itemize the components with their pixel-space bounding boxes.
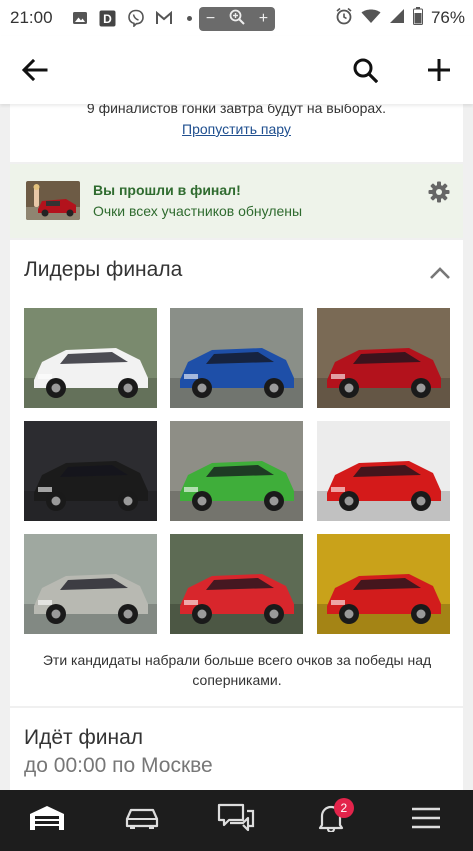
more-notifications-dot [186,15,192,21]
zoom-icon [229,9,245,30]
d-app-icon: D [99,9,117,27]
finalists-text: 9 финалистов гонки завтра будут на выбор… [86,104,387,116]
red-coupe-rear [170,534,303,634]
gear-icon[interactable] [427,180,451,204]
finalist-subtitle: Очки всех участников обнулены [93,203,303,219]
nav-cars[interactable] [95,790,190,851]
status-time: 21:00 [10,8,53,27]
final-status-card: Идёт финал до 00:00 по Москве [10,708,463,790]
red-sedan-garage [317,534,450,634]
chat-icon [217,803,255,838]
leaders-card: Лидеры финала Эти кандидаты набрали боль… [10,240,463,706]
leader-photo[interactable] [24,421,157,521]
alarm-icon [335,7,353,30]
zoom-in-button[interactable]: + [259,10,268,28]
zoom-out-button[interactable]: − [206,10,215,28]
white-sports-coupe [24,308,157,408]
signal-icon [389,8,405,29]
leader-photo[interactable] [170,534,303,634]
blue-rally-sedan [170,308,303,408]
pair-card: 9 финалистов гонки завтра будут на выбор… [10,104,463,162]
leader-photo[interactable] [317,421,450,521]
red-hatchback-with-girl [317,308,450,408]
battery-percent: 76% [430,8,465,27]
viber-icon [127,9,145,27]
nav-garage[interactable] [0,790,95,851]
back-arrow-icon[interactable] [18,53,52,87]
grey-lada-sedan [24,534,157,634]
car-icon [124,806,160,835]
black-sedan-night [24,421,157,521]
svg-text:D: D [103,12,112,26]
green-microcar [170,421,303,521]
finalist-notice: Вы прошли в финал! Очки всех участников … [10,164,463,238]
leader-photo[interactable] [24,534,157,634]
leader-photo[interactable] [170,421,303,521]
final-title: Идёт финал [24,726,144,749]
wifi-icon [361,8,381,29]
chevron-up-icon[interactable] [427,260,453,286]
leader-photo[interactable] [24,308,157,408]
leader-photo[interactable] [170,308,303,408]
notification-badge: 2 [333,798,354,818]
nav-messages[interactable] [189,790,284,851]
red-audi-front [317,421,450,521]
status-notification-icons: D [71,9,192,27]
finalist-car-thumbnail [26,181,80,220]
search-icon[interactable] [348,53,382,87]
add-icon[interactable] [422,53,456,87]
battery-icon [412,6,423,30]
nav-menu[interactable] [378,790,473,851]
leaders-caption: Эти кандидаты набрали больше всего очков… [42,652,432,688]
final-deadline: до 00:00 по Москве [24,754,213,777]
garage-icon [28,804,66,837]
nav-notifications[interactable]: 2 [284,790,379,851]
bottom-navigation: 2 [0,790,473,851]
app-bar [0,36,473,104]
leaders-title: Лидеры финала [24,258,183,281]
menu-icon [411,806,441,835]
gmail-icon [155,9,173,27]
skip-pair-link[interactable]: Пропустить пару [10,121,463,137]
status-system-icons: 76% [335,0,465,36]
leaders-photo-grid [24,308,450,634]
leader-photo[interactable] [317,534,450,634]
leader-photo[interactable] [317,308,450,408]
zoom-control[interactable]: − + [199,7,275,31]
image-icon [71,9,89,27]
finalist-title: Вы прошли в финал! [93,182,241,198]
feed-content: 9 финалистов гонки завтра будут на выбор… [0,104,473,790]
